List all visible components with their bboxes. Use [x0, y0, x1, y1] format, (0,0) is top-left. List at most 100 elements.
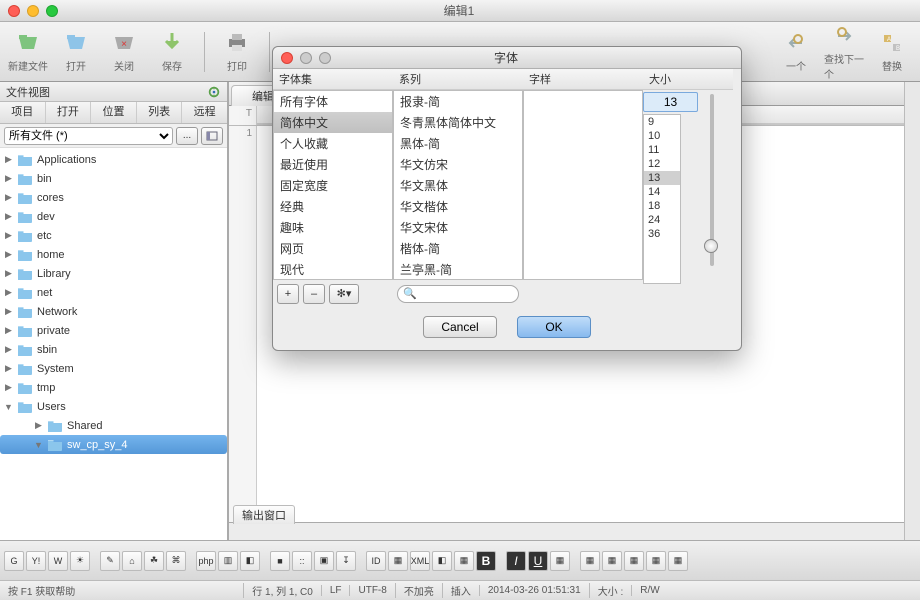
bottom-icon[interactable]: G — [4, 551, 24, 571]
size-item[interactable]: 36 — [644, 227, 680, 241]
fontset-item[interactable]: 个人收藏 — [274, 133, 392, 154]
series-item[interactable]: 华文楷体 — [394, 196, 522, 217]
size-slider[interactable] — [704, 94, 720, 266]
fontset-item[interactable]: 最近使用 — [274, 154, 392, 175]
tree-item[interactable]: ▶net — [0, 283, 227, 302]
tree-item[interactable]: ▶Applications — [0, 150, 227, 169]
add-fontset-button[interactable]: + — [277, 284, 299, 304]
print-button[interactable]: 打印 — [217, 30, 257, 73]
fontset-item[interactable]: 简体中文 — [274, 112, 392, 133]
fontset-item[interactable]: 趣味 — [274, 217, 392, 238]
bottom-icon[interactable]: ◧ — [240, 551, 260, 571]
series-item[interactable]: 华文黑体 — [394, 175, 522, 196]
bottom-icon[interactable]: ID — [366, 551, 386, 571]
tree-item[interactable]: ▶dev — [0, 207, 227, 226]
filter-more-button[interactable]: ... — [176, 127, 198, 145]
bottom-icon[interactable]: ▥ — [218, 551, 238, 571]
size-item[interactable]: 18 — [644, 199, 680, 213]
bottom-icon[interactable]: ⌘ — [166, 551, 186, 571]
bottom-icon[interactable]: ✎ — [100, 551, 120, 571]
series-item[interactable]: 报隶-简 — [394, 91, 522, 112]
disclosure-icon[interactable]: ▶ — [4, 173, 13, 184]
bottom-icon[interactable]: Y! — [26, 551, 46, 571]
series-item[interactable]: 楷体-简 — [394, 238, 522, 259]
tree-item[interactable]: ▶Shared — [0, 416, 227, 435]
sync-icon[interactable] — [207, 85, 221, 99]
disclosure-icon[interactable]: ▶ — [4, 230, 13, 241]
find-prev-button[interactable]: 一个 — [776, 30, 816, 73]
bottom-icon[interactable]: ▦ — [602, 551, 622, 571]
bottom-icon[interactable]: ▦ — [454, 551, 474, 571]
size-item[interactable]: 9 — [644, 115, 680, 129]
find-next-button[interactable]: 查找下一个 — [824, 23, 864, 81]
ok-button[interactable]: OK — [517, 316, 591, 338]
bottom-icon[interactable]: :: — [292, 551, 312, 571]
bottom-icon[interactable]: ◧ — [432, 551, 452, 571]
bottom-icon[interactable]: ↧ — [336, 551, 356, 571]
bottom-icon[interactable]: php — [196, 551, 216, 571]
tree-item[interactable]: ▶bin — [0, 169, 227, 188]
series-item[interactable]: 冬青黑体简体中文 — [394, 112, 522, 133]
tree-item[interactable]: ▼sw_cp_sy_4 — [0, 435, 227, 454]
size-item[interactable]: 24 — [644, 213, 680, 227]
disclosure-icon[interactable]: ▶ — [4, 382, 13, 393]
style-list[interactable] — [523, 90, 643, 280]
bottom-icon[interactable]: B — [476, 551, 496, 571]
file-filter-select[interactable]: 所有文件 (*) — [4, 127, 173, 145]
tree-item[interactable]: ▶private — [0, 321, 227, 340]
series-item[interactable]: 兰亭黑-简 — [394, 259, 522, 280]
slider-knob[interactable] — [704, 239, 718, 253]
bottom-icon[interactable]: U — [528, 551, 548, 571]
close-button[interactable]: × 关闭 — [104, 30, 144, 73]
bottom-icon[interactable]: ▦ — [668, 551, 688, 571]
bottom-icon[interactable]: XML — [410, 551, 430, 571]
size-item[interactable]: 10 — [644, 129, 680, 143]
tree-item[interactable]: ▶home — [0, 245, 227, 264]
fontset-item[interactable]: 经典 — [274, 196, 392, 217]
fontset-item[interactable]: 固定宽度 — [274, 175, 392, 196]
minimize-window-icon[interactable] — [27, 5, 39, 17]
bottom-icon[interactable]: ☘ — [144, 551, 164, 571]
bottom-icon[interactable]: ■ — [270, 551, 290, 571]
tree-item[interactable]: ▶Library — [0, 264, 227, 283]
bottom-icon[interactable]: ▦ — [550, 551, 570, 571]
bottom-icon[interactable]: ⌂ — [122, 551, 142, 571]
new-file-button[interactable]: 新建文件 — [8, 30, 48, 73]
bottom-icon[interactable]: ▣ — [314, 551, 334, 571]
open-button[interactable]: 打开 — [56, 30, 96, 73]
sidebar-tab[interactable]: 项目 — [0, 102, 46, 123]
disclosure-icon[interactable]: ▶ — [4, 211, 13, 222]
size-item[interactable]: 12 — [644, 157, 680, 171]
disclosure-icon[interactable]: ▶ — [4, 306, 13, 317]
tree-item[interactable]: ▶etc — [0, 226, 227, 245]
file-tree[interactable]: ▶Applications▶bin▶cores▶dev▶etc▶home▶Lib… — [0, 148, 227, 540]
bottom-icon[interactable]: I — [506, 551, 526, 571]
disclosure-icon[interactable]: ▶ — [4, 287, 13, 298]
zoom-window-icon[interactable] — [46, 5, 58, 17]
disclosure-icon[interactable]: ▶ — [4, 344, 13, 355]
tree-item[interactable]: ▶cores — [0, 188, 227, 207]
size-input[interactable] — [643, 92, 698, 112]
bottom-icon[interactable]: ▦ — [646, 551, 666, 571]
fontset-list[interactable]: 所有字体简体中文个人收藏最近使用固定宽度经典趣味网页现代PDF — [273, 90, 393, 280]
output-tab[interactable]: 输出窗口 — [233, 505, 295, 524]
sidebar-tab[interactable]: 打开 — [46, 102, 92, 123]
bottom-icon[interactable]: W — [48, 551, 68, 571]
status-rw[interactable]: R/W — [631, 585, 667, 596]
series-item[interactable]: 华文仿宋 — [394, 154, 522, 175]
save-button[interactable]: 保存 — [152, 30, 192, 73]
dialog-close-icon[interactable] — [281, 52, 293, 64]
bottom-icon[interactable]: ☀ — [70, 551, 90, 571]
bottom-icon[interactable]: ▦ — [388, 551, 408, 571]
disclosure-icon[interactable]: ▶ — [4, 268, 13, 279]
sidebar-tab[interactable]: 远程 — [182, 102, 227, 123]
tree-item[interactable]: ▼Users — [0, 397, 227, 416]
tree-item[interactable]: ▶sbin — [0, 340, 227, 359]
fontset-item[interactable]: 所有字体 — [274, 91, 392, 112]
series-item[interactable]: 黑体-简 — [394, 133, 522, 154]
disclosure-icon[interactable]: ▶ — [34, 420, 43, 431]
tree-item[interactable]: ▶Network — [0, 302, 227, 321]
filter-toggle-button[interactable] — [201, 127, 223, 145]
disclosure-icon[interactable]: ▼ — [34, 440, 43, 450]
disclosure-icon[interactable]: ▼ — [4, 402, 13, 412]
